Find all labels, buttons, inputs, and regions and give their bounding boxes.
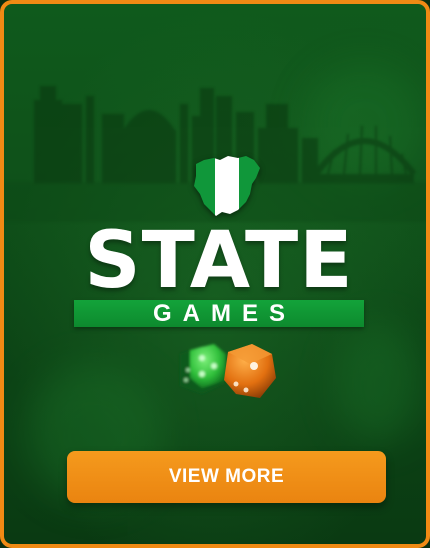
view-more-button[interactable]: VIEW MORE — [67, 451, 386, 503]
subtitle: GAMES — [152, 300, 296, 327]
state-games-banner[interactable]: STATE GAMES VIEW MORE — [0, 0, 430, 548]
nigeria-map-flag-icon — [194, 156, 260, 216]
subtitle-bar: GAMES — [74, 300, 364, 327]
dice-icon — [180, 344, 276, 398]
page-title: STATE — [84, 216, 354, 306]
